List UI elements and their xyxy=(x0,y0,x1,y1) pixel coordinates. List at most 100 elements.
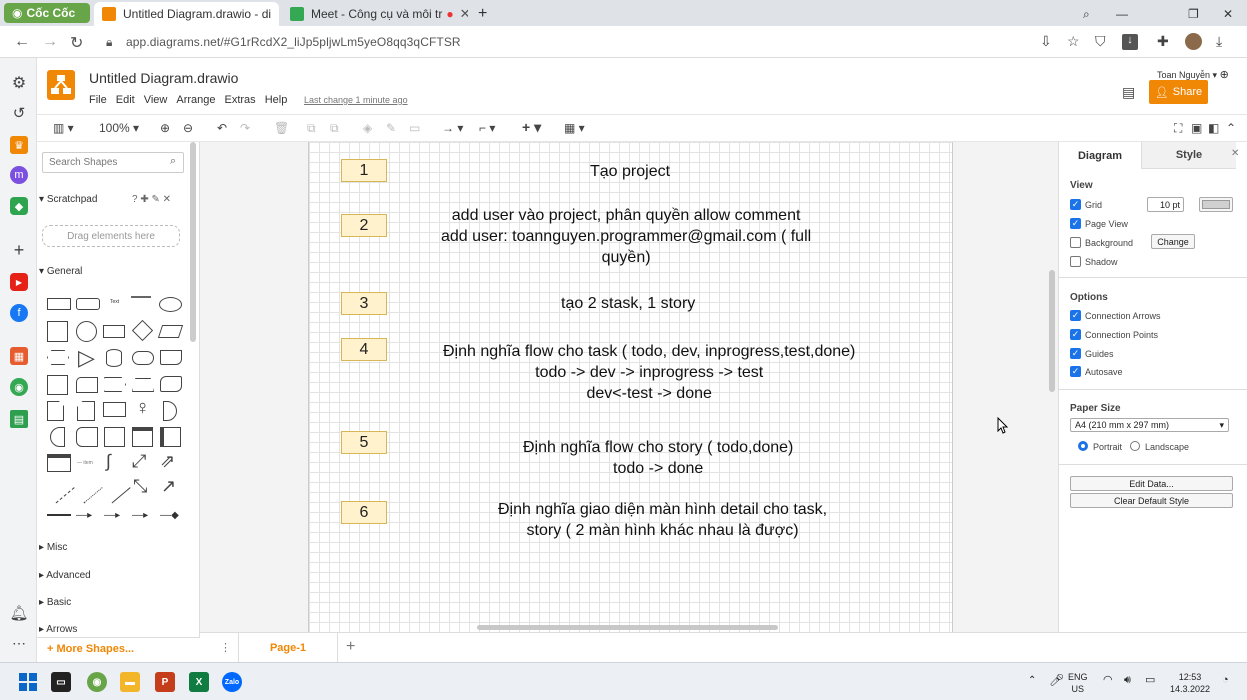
step-shape[interactable] xyxy=(104,377,126,392)
dashed-line-shape[interactable] xyxy=(43,472,75,504)
menu-file[interactable]: File xyxy=(89,94,107,106)
connection-arrows-checkbox[interactable]: ✓ xyxy=(1070,310,1081,321)
search-icon[interactable]: ⌕ xyxy=(170,155,176,168)
vertical-scrollbar[interactable] xyxy=(1049,270,1055,392)
text-shape[interactable]: Text xyxy=(110,299,119,305)
close-panel-icon[interactable]: ✕ xyxy=(1231,148,1239,159)
triangle-shape[interactable]: ▷ xyxy=(78,345,95,371)
undo-icon[interactable]: ↶ xyxy=(217,121,227,135)
search-shapes-input[interactable]: Search Shapes xyxy=(42,152,184,173)
close-tab-icon[interactable]: ✕ xyxy=(454,6,468,22)
ellipse-shape[interactable] xyxy=(159,297,182,312)
add-sidebar-icon[interactable]: + xyxy=(10,240,28,260)
step-number-box[interactable]: 6 xyxy=(341,501,387,524)
background-checkbox[interactable] xyxy=(1070,237,1081,248)
change-background-button[interactable]: Change xyxy=(1151,234,1195,249)
sheet-icon[interactable]: ▤ xyxy=(10,410,28,428)
curve-shape[interactable]: ∫ xyxy=(106,451,111,472)
list-shape[interactable] xyxy=(47,454,71,472)
data-storage-shape[interactable] xyxy=(76,427,98,447)
internal-storage-shape[interactable] xyxy=(47,375,68,395)
file-explorer-icon[interactable]: ▬ xyxy=(120,672,140,692)
task-view-icon[interactable]: ▭ xyxy=(51,672,71,692)
clear-default-style-button[interactable]: Clear Default Style xyxy=(1070,493,1233,508)
waypoints-icon[interactable]: ⌐ ▾ xyxy=(479,121,495,135)
textbox-shape[interactable] xyxy=(131,296,151,310)
general-header[interactable]: ▾ General xyxy=(39,266,82,277)
list-item-shape[interactable]: — item xyxy=(77,460,93,466)
autosave-checkbox[interactable]: ✓ xyxy=(1070,366,1081,377)
shapes-scrollbar[interactable] xyxy=(190,142,196,342)
profile-avatar[interactable] xyxy=(1185,33,1202,50)
hexagon-shape[interactable] xyxy=(47,350,69,365)
step-text[interactable]: add user vào project, phân quyền allow c… xyxy=(441,205,811,268)
step-text[interactable]: tạo 2 stask, 1 story xyxy=(561,293,695,314)
zoom-dropdown[interactable]: 100% ▾ xyxy=(99,121,139,135)
crown-icon[interactable]: ♛ xyxy=(10,136,28,154)
extensions-icon[interactable]: ✚ xyxy=(1157,33,1169,50)
forward-icon[interactable]: → xyxy=(42,33,58,51)
url-field[interactable]: app.diagrams.net/#G1rRcdX2_liJp5pljwLm5y… xyxy=(126,35,461,49)
fullscreen-icon[interactable]: ⛶ xyxy=(1174,121,1182,136)
guides-checkbox[interactable]: ✓ xyxy=(1070,348,1081,359)
rounded-rectangle-shape[interactable] xyxy=(76,298,100,310)
globe-icon[interactable]: ⊕ xyxy=(1220,69,1229,81)
wifi-icon[interactable]: ◠ xyxy=(1103,674,1113,686)
step-text[interactable]: Định nghĩa giao diện màn hình detail cho… xyxy=(498,499,827,541)
callout-shape[interactable] xyxy=(103,402,126,417)
step-text[interactable]: Định nghĩa flow cho story ( todo,done) t… xyxy=(523,437,793,479)
directional-connector-shape[interactable]: ↗ xyxy=(161,476,176,497)
tab-style[interactable]: Style xyxy=(1141,142,1236,169)
grid-size-input[interactable]: 10 pt xyxy=(1147,197,1184,212)
zoom-out-icon[interactable]: ⊖ xyxy=(183,121,193,135)
link-arrow-4-shape[interactable]: ‒‒◆ xyxy=(160,510,179,521)
tape-shape[interactable] xyxy=(160,376,182,392)
diamond-shape[interactable] xyxy=(131,319,154,342)
collapse-icon[interactable]: ⌃ xyxy=(1226,121,1236,135)
step-number-box[interactable]: 4 xyxy=(341,338,387,361)
coccoc-taskbar-icon[interactable]: ◉ xyxy=(87,672,107,692)
document-shape[interactable] xyxy=(160,350,182,365)
link-shape[interactable] xyxy=(47,514,71,516)
grid-checkbox[interactable]: ✓ xyxy=(1070,199,1081,210)
game-icon[interactable]: ◆ xyxy=(10,197,28,215)
page-view-checkbox[interactable]: ✓ xyxy=(1070,218,1081,229)
horizontal-scrollbar[interactable] xyxy=(477,625,778,630)
misc-header[interactable]: ▸ Misc xyxy=(39,542,67,553)
bidirectional-arrow-shape[interactable]: ⤢ xyxy=(132,451,146,472)
bidirectional-connector-shape[interactable]: ⤡ xyxy=(133,476,147,497)
step-number-box[interactable]: 1 xyxy=(341,159,387,182)
grid-color-button[interactable] xyxy=(1199,197,1233,212)
half-circle-shape[interactable] xyxy=(50,427,65,447)
start-button[interactable] xyxy=(18,672,38,692)
more-icon[interactable]: ⋯ xyxy=(10,634,28,652)
last-change-link[interactable]: Last change 1 minute ago xyxy=(304,95,408,105)
menu-view[interactable]: View xyxy=(144,94,168,106)
calendar-icon[interactable]: ▦ xyxy=(10,347,28,365)
menu-arrange[interactable]: Arrange xyxy=(176,94,215,106)
cylinder-shape[interactable] xyxy=(106,349,122,367)
search-tabs-icon[interactable]: ⌕ xyxy=(1075,2,1098,26)
cloud-shape[interactable] xyxy=(132,351,154,365)
scratchpad-actions-icon[interactable]: ? ✚ ✎ ✕ xyxy=(132,194,171,205)
battery-icon[interactable]: ▭ xyxy=(1145,674,1155,686)
note-shape[interactable] xyxy=(47,401,64,421)
shadow-icon[interactable]: ▭ xyxy=(409,121,420,135)
messenger-icon[interactable]: m xyxy=(10,166,28,184)
tray-overflow-icon[interactable]: ⌃ xyxy=(1028,675,1036,687)
minimize-icon[interactable]: — xyxy=(1108,2,1136,26)
browser-brand[interactable]: ◉ Cốc Cốc xyxy=(4,3,90,23)
basic-header[interactable]: ▸ Basic xyxy=(39,597,71,608)
link-arrow-shape[interactable]: ‒‒▸ xyxy=(76,510,92,521)
restore-icon[interactable]: ❐ xyxy=(1180,2,1207,26)
tab-diagram[interactable]: Diagram xyxy=(1059,142,1141,169)
youtube-icon[interactable]: ▶ xyxy=(10,273,28,291)
menu-edit[interactable]: Edit xyxy=(116,94,135,106)
language-indicator[interactable]: ENG US xyxy=(1068,671,1088,695)
link-arrow-2-shape[interactable]: ‒‒▸ xyxy=(104,510,120,521)
zalo-icon[interactable]: Zalo xyxy=(222,672,242,692)
step-text[interactable]: Định nghĩa flow cho task ( todo, dev, in… xyxy=(443,341,855,404)
more-shapes-button[interactable]: + More Shapes... xyxy=(37,637,200,662)
step-number-box[interactable]: 5 xyxy=(341,431,387,454)
map-icon[interactable]: ◉ xyxy=(10,378,28,396)
